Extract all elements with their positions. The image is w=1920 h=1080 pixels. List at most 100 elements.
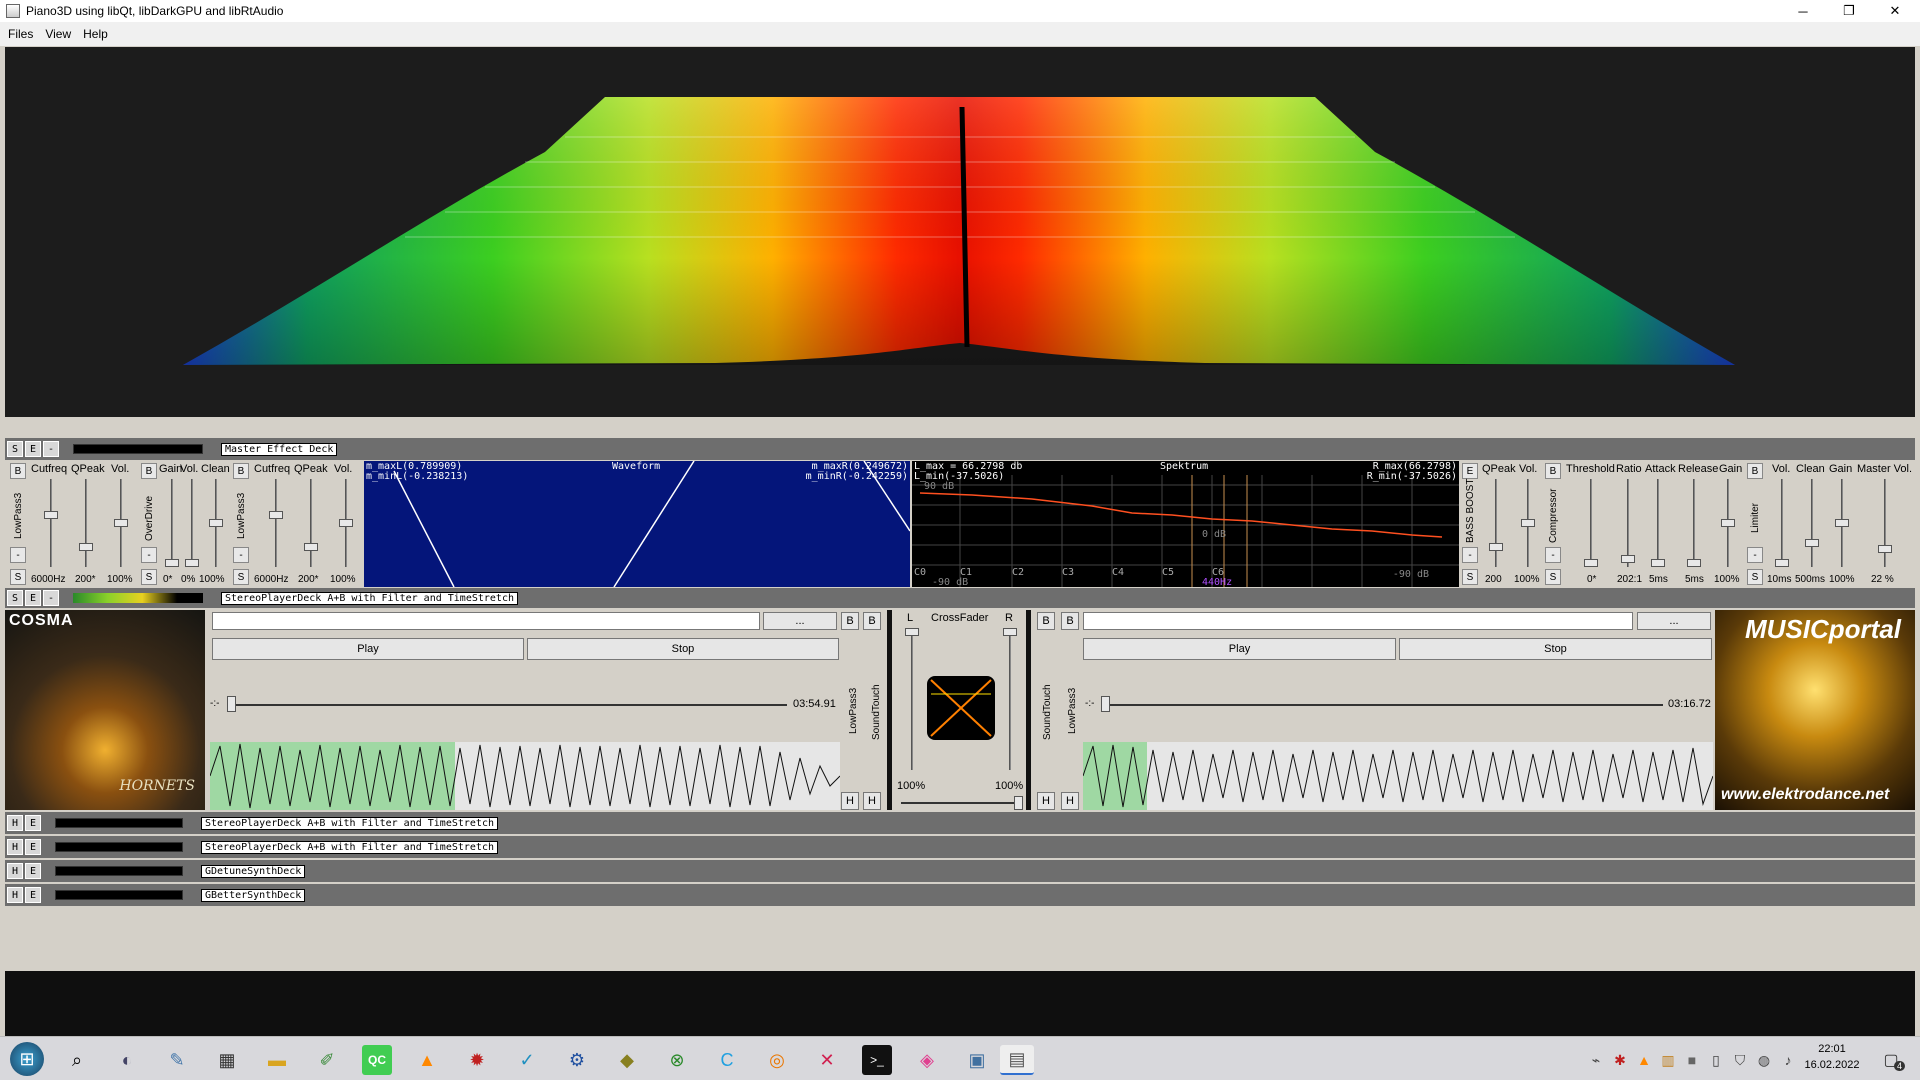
compressor-threshold-slider[interactable] [1584, 559, 1598, 567]
compressor-attack-slider[interactable] [1651, 559, 1665, 567]
start-icon[interactable]: ⊞ [10, 1042, 44, 1076]
lowpass1-minus-button[interactable]: - [10, 547, 26, 563]
search-icon[interactable]: ⌕ [62, 1045, 92, 1075]
master-solo-button[interactable]: S [7, 441, 23, 457]
lowpass2-vol-slider[interactable] [339, 519, 353, 527]
cortana-icon[interactable]: ◐ [112, 1045, 142, 1075]
menu-help[interactable]: Help [83, 27, 108, 41]
deck-b-b2-button[interactable]: B [1061, 612, 1079, 630]
deck-b-h2-button[interactable]: H [1061, 792, 1079, 810]
compressor-ratio-slider[interactable] [1621, 555, 1635, 563]
lowpass1-cutfreq-slider[interactable] [44, 511, 58, 519]
overdrive-bypass-button[interactable]: B [141, 463, 157, 479]
collapsed-deck-4-h-button[interactable]: H [7, 887, 23, 903]
lowpass2-cutfreq-slider[interactable] [269, 511, 283, 519]
tools-icon[interactable]: ⚙ [562, 1045, 592, 1075]
lowpass1-bypass-button[interactable]: B [10, 463, 26, 479]
collapsed-deck-1-e-button[interactable]: E [25, 815, 41, 831]
bassboost-minus-button[interactable]: - [1462, 547, 1478, 563]
crossfader-left-vol-slider[interactable] [905, 628, 919, 636]
piano3d-app-icon[interactable]: ▤ [1000, 1045, 1034, 1075]
deck-b-b1-button[interactable]: B [1037, 612, 1055, 630]
deck-a-file-field[interactable] [212, 612, 760, 630]
lowpass2-qpeak-slider[interactable] [304, 543, 318, 551]
collapsed-deck-2-e-button[interactable]: E [25, 839, 41, 855]
lowpass1-vol-slider[interactable] [114, 519, 128, 527]
minimize-button[interactable]: ─ [1780, 0, 1826, 22]
lowpass2-bypass-button[interactable]: B [233, 463, 249, 479]
app-tray-icon[interactable]: ✱ [1610, 1045, 1630, 1075]
limiter-master-vol-slider[interactable] [1878, 545, 1892, 553]
close-button[interactable]: ✕ [1872, 0, 1918, 22]
limiter-gain-slider[interactable] [1835, 519, 1849, 527]
deck-a-h1-button[interactable]: H [841, 792, 859, 810]
explorer-icon[interactable]: ▬ [262, 1045, 292, 1075]
collapsed-deck-3-h-button[interactable]: H [7, 863, 23, 879]
deck-b-file-field[interactable] [1083, 612, 1633, 630]
lowpass1-qpeak-slider[interactable] [79, 543, 93, 551]
network-tray-icon[interactable]: ⌁ [1586, 1045, 1606, 1075]
player-edit-button[interactable]: E [25, 590, 41, 606]
qt-creator-icon[interactable]: QC [362, 1045, 392, 1075]
limiter-minus-button[interactable]: - [1747, 547, 1763, 563]
compressor-release-slider[interactable] [1687, 559, 1701, 567]
audio-tool-icon[interactable]: ✕ [812, 1045, 842, 1075]
deck-b-h1-button[interactable]: H [1037, 792, 1055, 810]
maximize-button[interactable]: ❐ [1826, 0, 1872, 22]
crossfader-right-vol-slider[interactable] [1003, 628, 1017, 636]
master-edit-button[interactable]: E [25, 441, 41, 457]
menu-view[interactable]: View [45, 27, 71, 41]
deck-b-browse-button[interactable]: ... [1637, 612, 1711, 630]
overdrive-vol-slider[interactable] [185, 559, 199, 567]
deck-a-browse-button[interactable]: ... [763, 612, 837, 630]
vlc-icon[interactable]: ▲ [412, 1045, 442, 1075]
collapsed-deck-3-e-button[interactable]: E [25, 863, 41, 879]
image-viewer-icon[interactable]: ▣ [962, 1045, 992, 1075]
notepad-icon[interactable]: ✐ [312, 1045, 342, 1075]
tray-icon-4[interactable]: ▥ [1658, 1045, 1678, 1075]
bassboost-vol-slider[interactable] [1521, 519, 1535, 527]
blender-icon[interactable]: ◎ [762, 1045, 792, 1075]
clock-date[interactable]: 16.02.2022 [1798, 1059, 1866, 1071]
bassboost-enable-button[interactable]: E [1462, 463, 1478, 479]
overdrive-clean-slider[interactable] [209, 519, 223, 527]
paint-icon[interactable]: ✎ [162, 1045, 192, 1075]
crossfader-slider[interactable] [1014, 796, 1023, 810]
compressor-solo-button[interactable]: S [1545, 569, 1561, 585]
deck-a-h2-button[interactable]: H [863, 792, 881, 810]
player-collapse-button[interactable]: - [43, 590, 59, 606]
limiter-vol-slider[interactable] [1775, 559, 1789, 567]
usb-tray-icon[interactable]: ▯ [1706, 1045, 1726, 1075]
globe-tray-icon[interactable]: ◍ [1754, 1045, 1774, 1075]
deck-a-b1-button[interactable]: B [841, 612, 859, 630]
git-icon[interactable]: ◈ [912, 1045, 942, 1075]
deck-b-seek-slider[interactable] [1101, 696, 1110, 712]
settings-gear-icon[interactable]: ✹ [462, 1045, 492, 1075]
spectrum-3d-view[interactable] [5, 47, 1915, 417]
overdrive-minus-button[interactable]: - [141, 547, 157, 563]
collapsed-deck-1-h-button[interactable]: H [7, 815, 23, 831]
overdrive-solo-button[interactable]: S [141, 569, 157, 585]
shield-tray-icon[interactable]: ⛉ [1730, 1045, 1750, 1075]
ccleaner-icon[interactable]: C [712, 1045, 742, 1075]
limiter-solo-button[interactable]: S [1747, 569, 1763, 585]
bassboost-solo-button[interactable]: S [1462, 569, 1478, 585]
tray-icon-5[interactable]: ■ [1682, 1045, 1702, 1075]
master-collapse-button[interactable]: - [43, 441, 59, 457]
xbox-icon[interactable]: ⊗ [662, 1045, 692, 1075]
lowpass2-minus-button[interactable]: - [233, 547, 249, 563]
player-solo-button[interactable]: S [7, 590, 23, 606]
compressor-minus-button[interactable]: - [1545, 547, 1561, 563]
deck-b-waveform[interactable] [1083, 742, 1713, 810]
bassboost-qpeak-slider[interactable] [1489, 543, 1503, 551]
deck-b-stop-button[interactable]: Stop [1399, 638, 1712, 660]
limiter-clean-slider[interactable] [1805, 539, 1819, 547]
package-icon[interactable]: ◆ [612, 1045, 642, 1075]
collapsed-deck-4-e-button[interactable]: E [25, 887, 41, 903]
compressor-gain-slider[interactable] [1721, 519, 1735, 527]
compressor-bypass-button[interactable]: B [1545, 463, 1561, 479]
calculator-icon[interactable]: ▦ [212, 1045, 242, 1075]
deck-a-play-button[interactable]: Play [212, 638, 524, 660]
vk-icon[interactable]: ✓ [512, 1045, 542, 1075]
menu-files[interactable]: Files [8, 27, 33, 41]
